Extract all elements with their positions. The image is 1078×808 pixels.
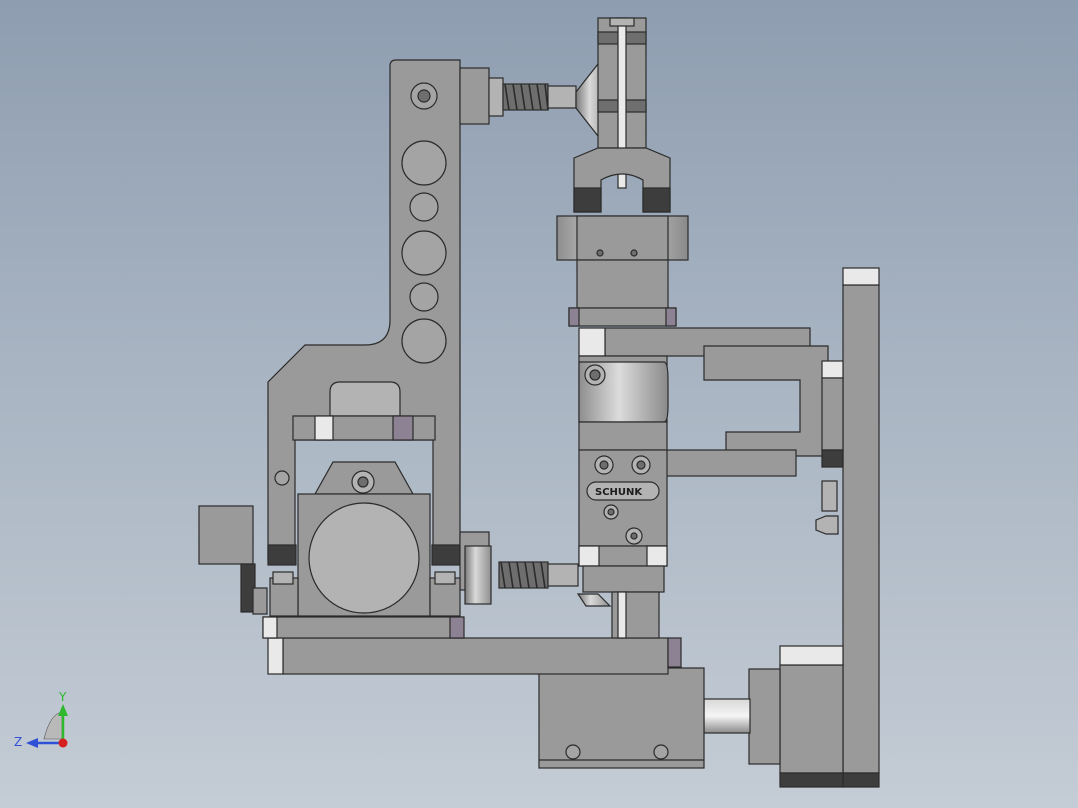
rotary-actuator [269,461,461,617]
cad-viewport[interactable]: SCHUNK Y Z [0,0,1078,808]
upper-spring-plunger [488,63,611,137]
right-frame-plate [842,267,880,788]
drive-motor-block [748,645,844,788]
left-side-bracket [198,505,268,615]
schunk-brand-label: SCHUNK [595,487,643,498]
gripper-body [556,215,689,327]
gripper-assembly-drawing: SCHUNK Y Z [14,17,880,788]
schunk-gripper-unit: SCHUNK [578,449,668,593]
y-axis-label: Y [58,690,67,704]
linear-slide-module [538,667,705,769]
z-axis-label: Z [14,735,22,749]
lower-gripper-finger [611,591,660,639]
motor-shaft [703,698,751,734]
rotary-collar [578,355,669,451]
coordinate-triad: Y Z [14,690,68,749]
